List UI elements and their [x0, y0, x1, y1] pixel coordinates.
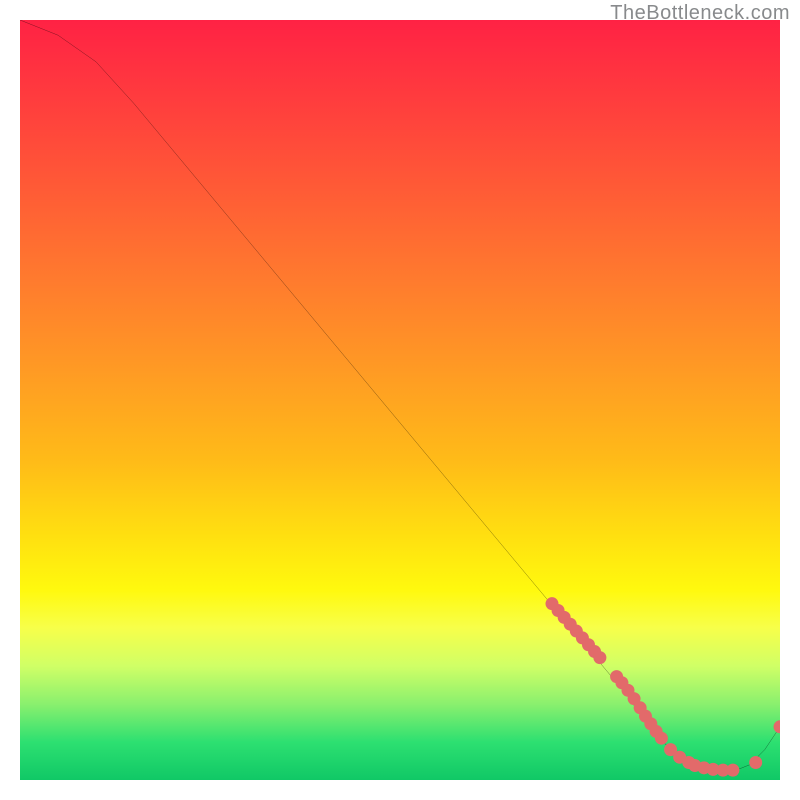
data-point	[774, 720, 780, 733]
data-point	[655, 732, 668, 745]
marker-layer	[546, 597, 780, 776]
data-point	[726, 764, 739, 777]
data-point	[593, 651, 606, 664]
chart-svg	[20, 20, 780, 780]
bottleneck-curve	[20, 20, 780, 771]
watermark-label: TheBottleneck.com	[610, 2, 790, 25]
data-point	[749, 756, 762, 769]
chart-frame: TheBottleneck.com	[0, 0, 800, 800]
